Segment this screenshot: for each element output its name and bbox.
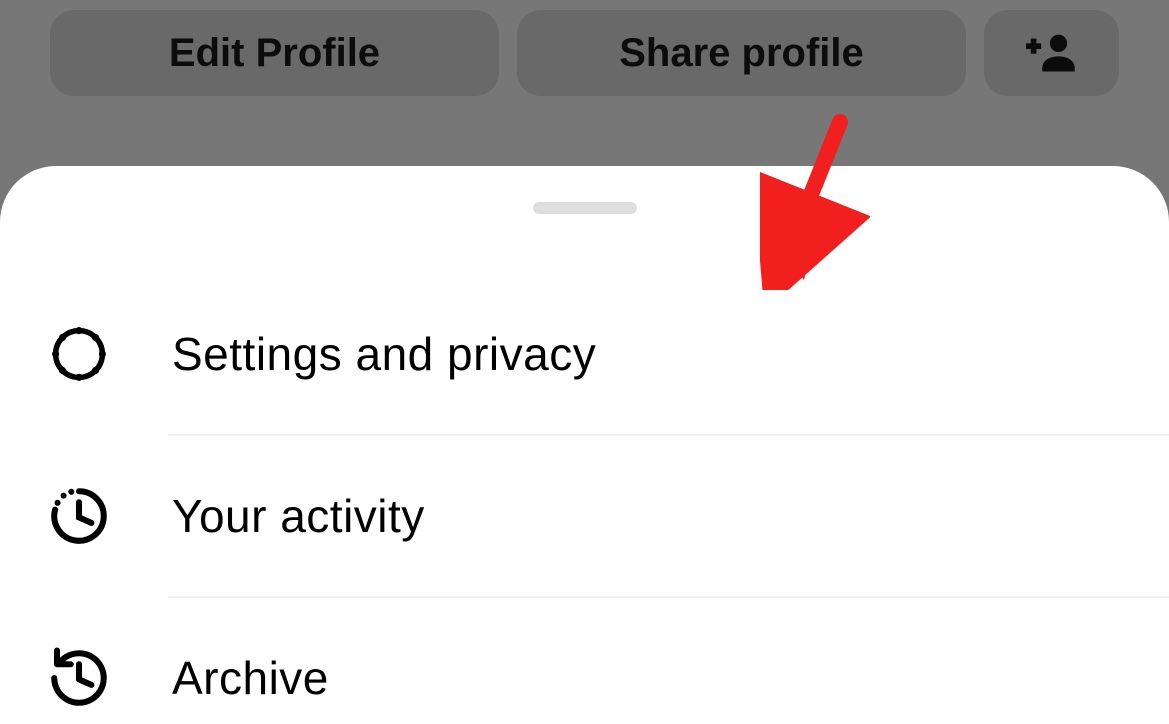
options-bottom-sheet: Settings and privacy Your activity <box>0 166 1169 724</box>
menu-item-label: Your activity <box>172 489 425 543</box>
your-activity-item[interactable]: Your activity <box>0 436 1169 596</box>
edit-profile-button[interactable]: Edit Profile <box>50 10 499 96</box>
settings-and-privacy-item[interactable]: Settings and privacy <box>0 274 1169 434</box>
archive-clock-icon <box>46 645 112 711</box>
archive-item[interactable]: Archive <box>0 598 1169 724</box>
menu-item-label: Settings and privacy <box>172 327 596 381</box>
menu-item-label: Archive <box>172 651 329 705</box>
activity-clock-icon <box>46 483 112 549</box>
sheet-menu: Settings and privacy Your activity <box>0 274 1169 724</box>
profile-top-actions: Edit Profile Share profile <box>0 10 1169 96</box>
gear-icon <box>46 321 112 387</box>
discover-people-button[interactable] <box>984 10 1119 96</box>
add-person-icon <box>1026 26 1078 81</box>
share-profile-button[interactable]: Share profile <box>517 10 966 96</box>
sheet-drag-handle[interactable] <box>533 202 637 214</box>
